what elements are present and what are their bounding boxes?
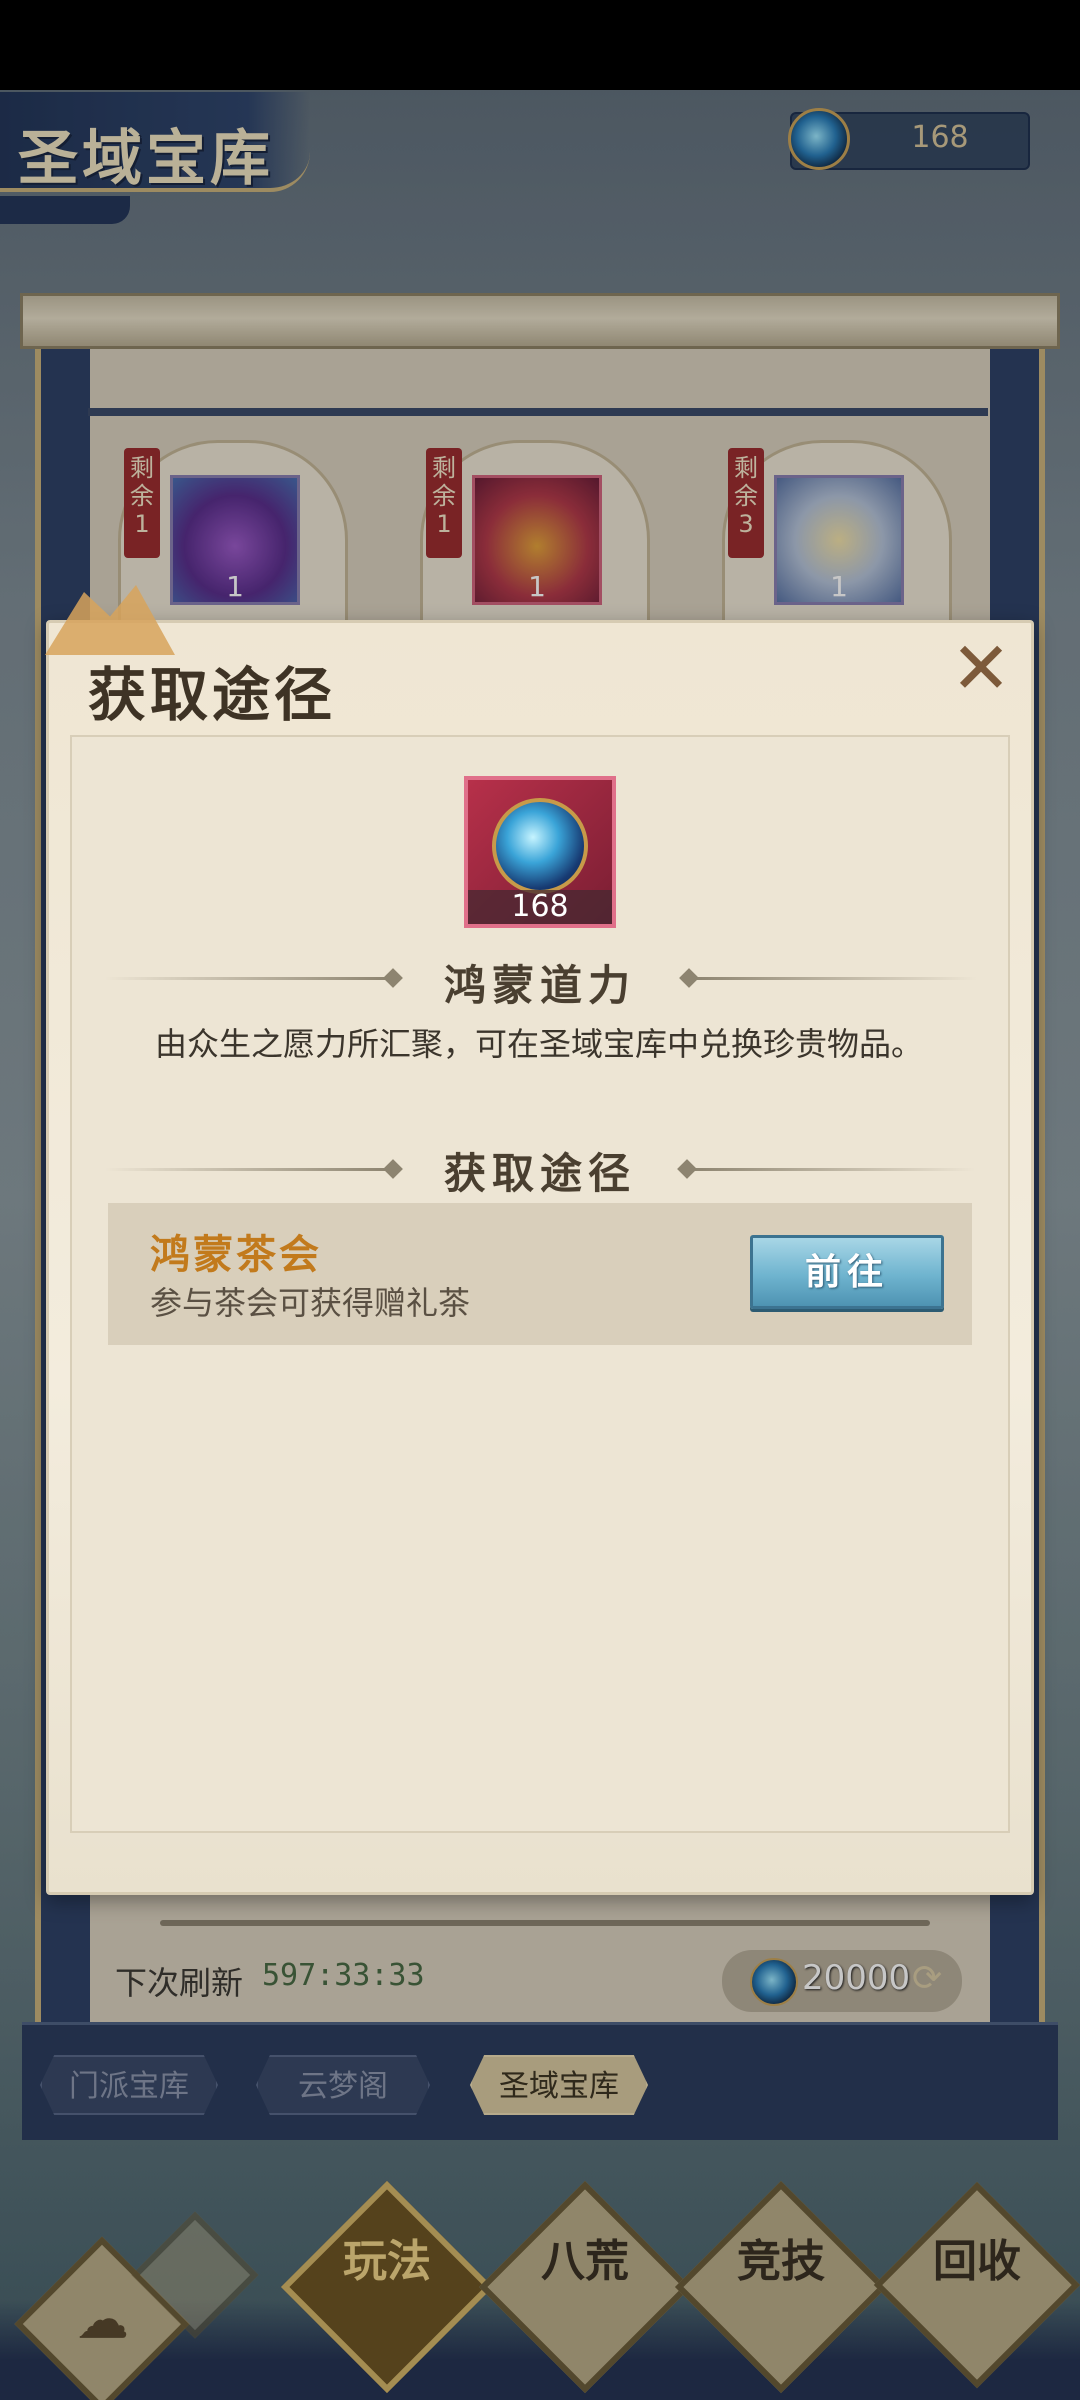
source-description: 参与茶会可获得赠礼茶 (150, 1284, 471, 1322)
dialog-title: 获取途径 (88, 661, 337, 729)
divider-right (690, 1168, 975, 1171)
item-count: 168 (511, 889, 569, 924)
close-icon[interactable]: ✕ (945, 632, 1017, 704)
item-name: 鸿蒙道力 (443, 961, 636, 1010)
item-description: 由众生之愿力所汇聚，可在圣域宝库中兑换珍贵物品。 (155, 1025, 924, 1063)
goto-button[interactable]: 前往 (750, 1235, 944, 1309)
source-title: 鸿蒙茶会 (150, 1231, 322, 1278)
divider-right (692, 977, 977, 980)
dragon-orb-icon (492, 798, 588, 894)
